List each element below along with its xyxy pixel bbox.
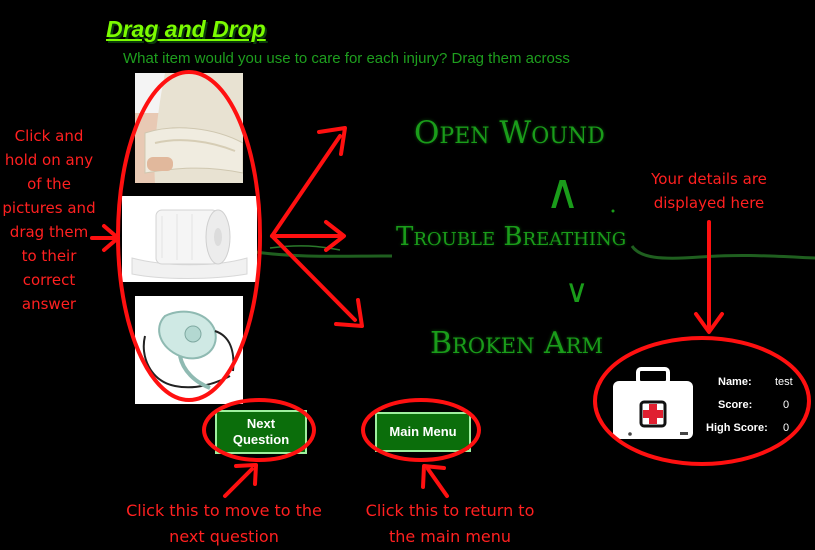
- oxygen-mask-picture: [135, 296, 243, 404]
- bandage-roll-picture: [122, 196, 257, 282]
- page-title: Drag and Drop: [106, 16, 266, 42]
- arm-sling-picture: [135, 73, 243, 183]
- menu-help-callout: Click this to return to the main menu: [365, 501, 535, 546]
- drop-target-option[interactable]: Trouble Breathing: [396, 222, 626, 252]
- drag-help-callout: Click and hold on any of the pictures an…: [2, 127, 96, 313]
- score-value: 0: [783, 399, 790, 411]
- drop-target-option[interactable]: Broken Arm: [430, 326, 603, 361]
- draggable-bandage-roll[interactable]: [122, 196, 257, 282]
- high-score-label: High Score:: [706, 422, 768, 434]
- player-name-value: test: [775, 376, 793, 388]
- high-score-value: 0: [783, 422, 790, 434]
- svg-text:∨: ∨: [565, 272, 588, 310]
- main-menu-button[interactable]: Main Menu: [375, 412, 471, 452]
- next-help-callout: Click this to move to the next question: [126, 501, 322, 546]
- details-help-callout: Your details are displayed here: [651, 170, 767, 212]
- instruction-text: What item would you use to care for each…: [123, 50, 570, 67]
- player-name-label: Name:: [718, 376, 752, 388]
- svg-text:∧: ∧: [545, 164, 580, 220]
- draggable-oxygen-mask[interactable]: [135, 296, 243, 404]
- drop-target-option[interactable]: Open Wound: [414, 115, 605, 151]
- next-question-button[interactable]: Next Question: [215, 410, 307, 454]
- draggable-arm-sling[interactable]: [135, 73, 243, 183]
- first-aid-kit-icon: [613, 367, 693, 439]
- score-label: Score:: [718, 399, 753, 411]
